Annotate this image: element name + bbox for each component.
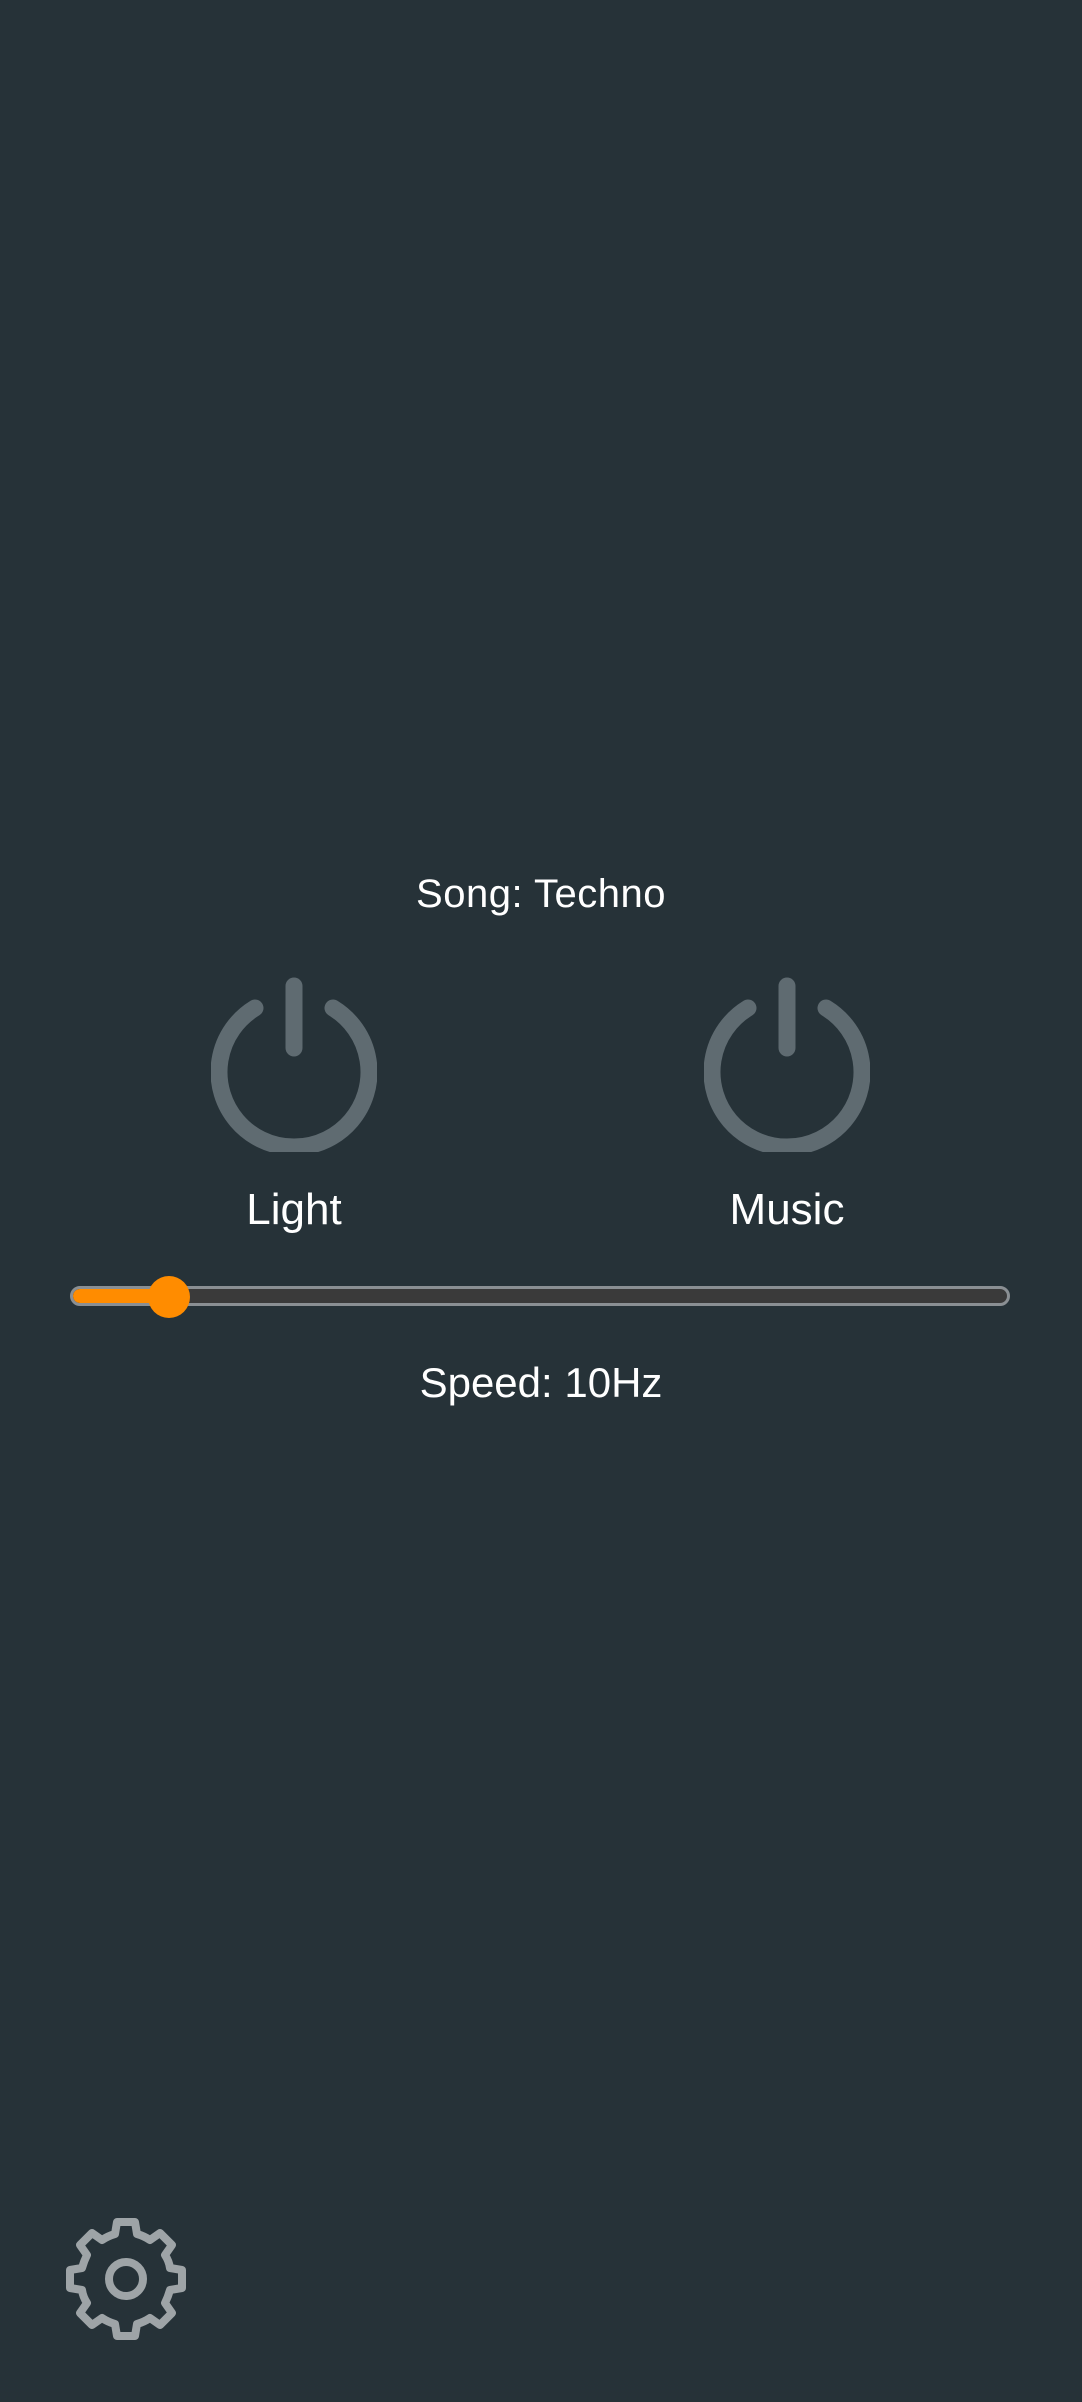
speed-slider-thumb[interactable] [148, 1276, 190, 1318]
light-toggle-label: Light [246, 1185, 342, 1234]
power-icon [704, 977, 870, 1152]
music-toggle-label: Music [729, 1185, 845, 1234]
main-screen: Song: Techno Light Music Speed: 10Hz [0, 0, 1082, 2402]
light-toggle-button[interactable]: Light [184, 972, 404, 1252]
speed-slider-track[interactable] [70, 1286, 1010, 1306]
song-label: Song: Techno [416, 872, 666, 916]
gear-icon [66, 2218, 186, 2340]
power-icon [211, 977, 377, 1152]
music-toggle-button[interactable]: Music [677, 972, 897, 1252]
speed-slider[interactable] [70, 1276, 1010, 1318]
speed-label: Speed: 10Hz [419, 1359, 663, 1406]
settings-button[interactable] [62, 2212, 190, 2340]
